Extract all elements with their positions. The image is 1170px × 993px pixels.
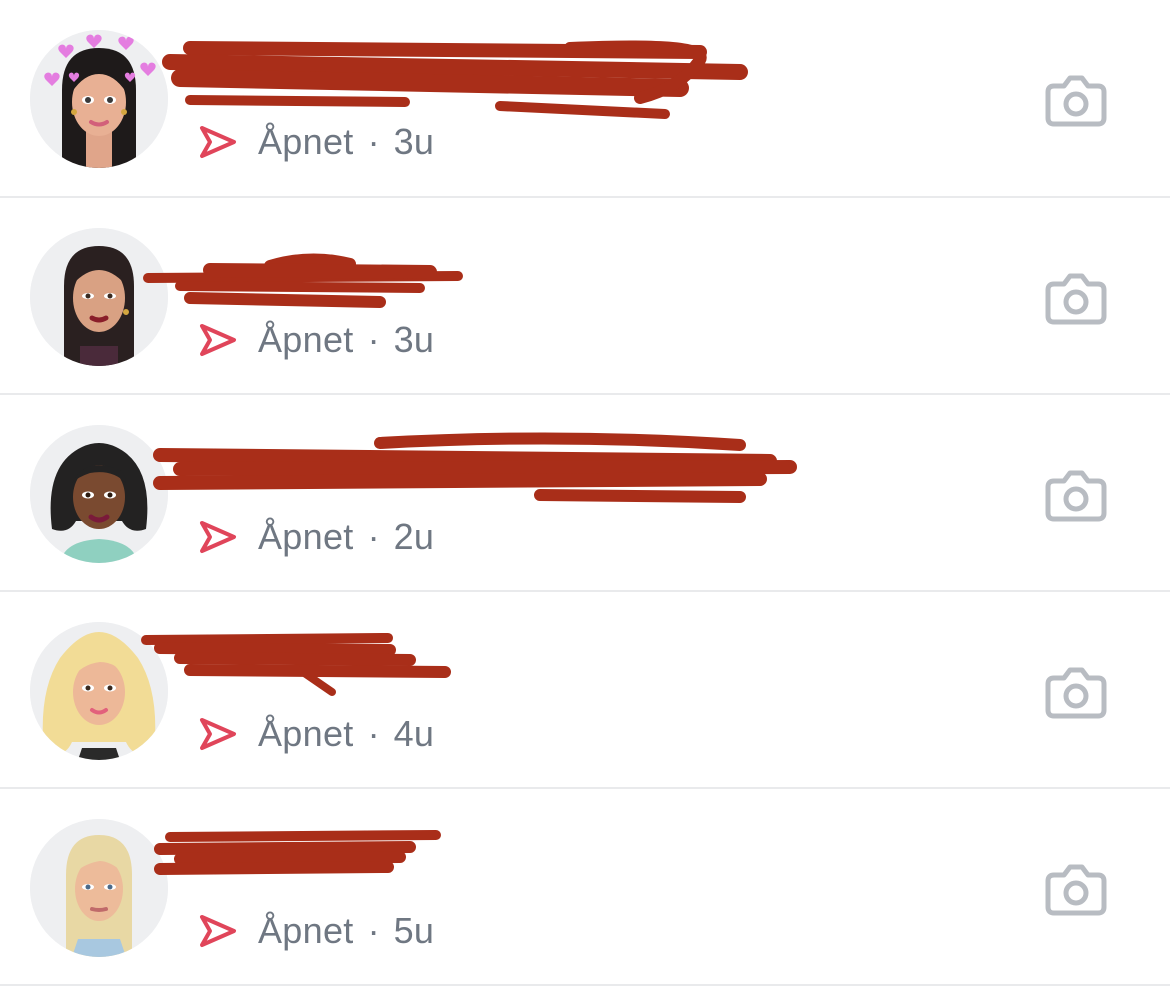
avatar[interactable]: [30, 425, 168, 563]
chat-row[interactable]: Åpnet · 3u: [0, 0, 1170, 198]
chat-row[interactable]: Åpnet · 5u: [0, 789, 1170, 986]
camera-button[interactable]: [1044, 469, 1108, 523]
contact-name-redacted[interactable]: [154, 827, 800, 907]
camera-icon: [1045, 273, 1107, 325]
avatar[interactable]: [30, 228, 168, 366]
camera-icon: [1045, 470, 1107, 522]
status-label: Åpnet: [258, 121, 354, 162]
status-label: Åpnet: [258, 516, 354, 557]
status-time: 3u: [393, 319, 435, 360]
contact-name-redacted[interactable]: [143, 236, 800, 316]
status-time: 3u: [393, 121, 435, 162]
avatar[interactable]: [30, 30, 168, 168]
chat-list: Åpnet · 3u Åpnet · 3u Åpnet · 2u Åpnet ·…: [0, 0, 1170, 986]
send-arrow-icon: [200, 915, 236, 947]
status-time: 2u: [393, 516, 435, 557]
send-arrow-icon: [200, 521, 236, 553]
chat-row[interactable]: Åpnet · 4u: [0, 592, 1170, 789]
separator-dot: ·: [367, 910, 380, 951]
status-label: Åpnet: [258, 713, 354, 754]
status-label: Åpnet: [258, 910, 354, 951]
camera-button[interactable]: [1044, 666, 1108, 720]
chat-status: Åpnet · 4u: [198, 712, 434, 756]
chat-row[interactable]: Åpnet · 2u: [0, 395, 1170, 592]
chat-status: Åpnet · 2u: [198, 515, 434, 559]
camera-icon: [1045, 864, 1107, 916]
camera-button[interactable]: [1044, 74, 1108, 128]
camera-icon: [1045, 667, 1107, 719]
separator-dot: ·: [367, 121, 380, 162]
chat-status: Åpnet · 3u: [198, 120, 434, 164]
send-arrow-icon: [200, 126, 236, 158]
separator-dot: ·: [367, 713, 380, 754]
separator-dot: ·: [367, 516, 380, 557]
camera-button[interactable]: [1044, 272, 1108, 326]
contact-name-redacted[interactable]: [153, 432, 800, 513]
contact-name-redacted[interactable]: [141, 630, 800, 710]
camera-button[interactable]: [1044, 863, 1108, 917]
chat-row[interactable]: Åpnet · 3u: [0, 198, 1170, 395]
chat-status: Åpnet · 3u: [198, 318, 434, 362]
send-arrow-icon: [200, 324, 236, 356]
contact-name-redacted[interactable]: [160, 38, 800, 119]
status-time: 4u: [393, 713, 435, 754]
separator-dot: ·: [367, 319, 380, 360]
camera-icon: [1045, 75, 1107, 127]
status-label: Åpnet: [258, 319, 354, 360]
chat-status: Åpnet · 5u: [198, 909, 434, 953]
status-time: 5u: [393, 910, 435, 951]
send-arrow-icon: [200, 718, 236, 750]
avatar[interactable]: [30, 819, 168, 957]
